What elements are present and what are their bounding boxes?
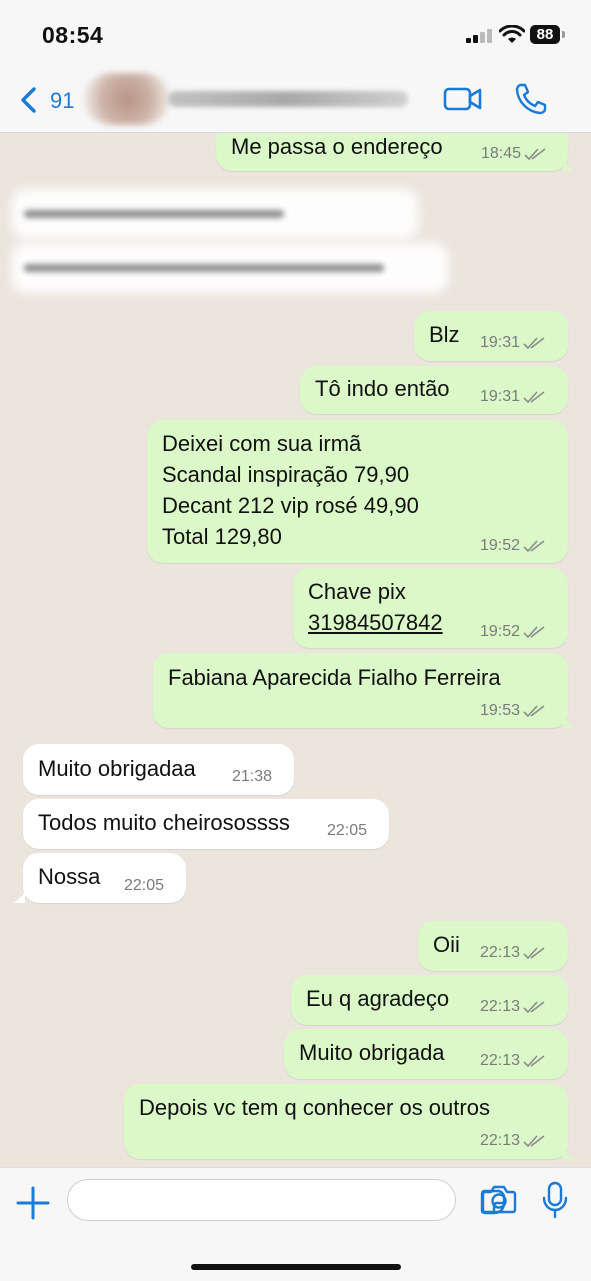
read-ticks-icon (523, 1055, 545, 1067)
message-time: 22:05 (327, 822, 368, 839)
bubble-tail (13, 891, 25, 903)
message-text: Depois vc tem q conhecer os outros (139, 1095, 490, 1120)
message-time: 22:05 (124, 877, 165, 894)
message-outgoing[interactable]: Oii 22:13 (418, 921, 568, 971)
message-text: Fabiana Aparecida Fialho Ferreira (168, 665, 501, 690)
phone-icon[interactable] (514, 82, 548, 116)
message-outgoing[interactable]: Fabiana Aparecida Fialho Ferreira 19:53 (153, 653, 568, 728)
message-time: 22:13 (480, 1052, 545, 1070)
message-text: Tô indo então (315, 376, 450, 401)
unread-count: 91 (50, 88, 75, 113)
message-line: Total 129,80 (162, 524, 282, 549)
microphone-icon[interactable] (541, 1181, 569, 1219)
read-ticks-icon (523, 626, 545, 638)
home-indicator (191, 1264, 401, 1270)
message-outgoing[interactable]: Me passa o endereço 18:45 (216, 133, 568, 171)
message-text: Eu q agradeço (306, 986, 450, 1011)
message-text: Muito obrigada (299, 1040, 445, 1065)
message-outgoing[interactable]: Tô indo então 19:31 (300, 366, 568, 414)
message-outgoing[interactable]: Chave pix 31984507842 19:52 (293, 568, 568, 648)
redacted-text (24, 210, 284, 218)
status-bar: 08:54 88 (0, 0, 591, 66)
message-time: 22:13 (480, 944, 545, 962)
message-outgoing[interactable]: Muito obrigada 22:13 (284, 1029, 568, 1079)
camera-icon[interactable] (481, 1183, 517, 1215)
message-input[interactable] (82, 1187, 406, 1215)
bubble-tail (563, 159, 575, 171)
message-time: 21:38 (232, 768, 273, 785)
read-ticks-icon (523, 337, 545, 349)
message-time: 22:13 (480, 998, 545, 1016)
message-time: 19:31 (480, 388, 545, 406)
read-ticks-icon (523, 1001, 545, 1013)
avatar[interactable] (84, 73, 170, 125)
message-outgoing[interactable]: Eu q agradeço 22:13 (291, 975, 568, 1025)
message-outgoing[interactable]: Deixei com sua irmã Scandal inspiração 7… (147, 420, 568, 563)
read-ticks-icon (524, 148, 546, 160)
message-outgoing[interactable]: Blz 19:31 (414, 311, 568, 361)
battery-icon: 88 (530, 25, 560, 44)
read-ticks-icon (523, 947, 545, 959)
message-text: Me passa o endereço (231, 134, 443, 159)
back-chevron-icon (21, 87, 36, 113)
message-time: 18:45 (481, 145, 546, 163)
pix-key-link[interactable]: 31984507842 (308, 607, 443, 638)
back-button[interactable]: 91 (14, 82, 94, 118)
read-ticks-icon (523, 540, 545, 552)
message-text: Nossa (38, 864, 101, 889)
message-time: 22:13 (480, 1132, 545, 1150)
message-time: 19:52 (480, 623, 545, 641)
message-incoming[interactable]: Todos muito cheirosossss 22:05 (23, 799, 389, 849)
bubble-tail (563, 716, 575, 728)
message-text: Todos muito cheirosossss (38, 810, 290, 835)
message-time: 19:53 (480, 702, 545, 720)
message-text: Muito obrigadaa (38, 756, 196, 781)
video-call-icon[interactable] (443, 84, 483, 114)
message-time: 19:52 (480, 537, 545, 555)
input-bar (0, 1167, 591, 1281)
plus-icon[interactable] (14, 1184, 52, 1222)
message-line: Decant 212 vip rosé 49,90 (162, 493, 419, 518)
bubble-tail (563, 1147, 575, 1159)
message-field[interactable] (67, 1179, 506, 1221)
message-text: Oii (433, 932, 460, 957)
message-line: Scandal inspiração 79,90 (162, 462, 410, 487)
message-outgoing[interactable]: Depois vc tem q conhecer os outros 22:13 (124, 1084, 568, 1159)
battery-tip (562, 31, 565, 38)
message-line: Deixei com sua irmã (162, 431, 362, 456)
wifi-icon (499, 25, 525, 43)
contact-name[interactable] (168, 91, 408, 107)
message-text: Chave pix (308, 579, 406, 604)
read-ticks-icon (523, 391, 545, 403)
cellular-signal-icon (466, 29, 492, 43)
message-text: Blz (429, 322, 460, 347)
message-incoming[interactable]: Muito obrigadaa 21:38 (23, 744, 294, 795)
message-time: 19:31 (480, 334, 545, 352)
chat-area[interactable]: Me passa o endereço 18:45 Blz 19:31 Tô i… (0, 133, 591, 1167)
redacted-text (24, 264, 384, 272)
read-ticks-icon (523, 705, 545, 717)
chat-header: 91 (0, 66, 591, 133)
status-time: 08:54 (42, 22, 104, 48)
message-incoming[interactable]: Nossa 22:05 (23, 853, 186, 903)
read-ticks-icon (523, 1135, 545, 1147)
